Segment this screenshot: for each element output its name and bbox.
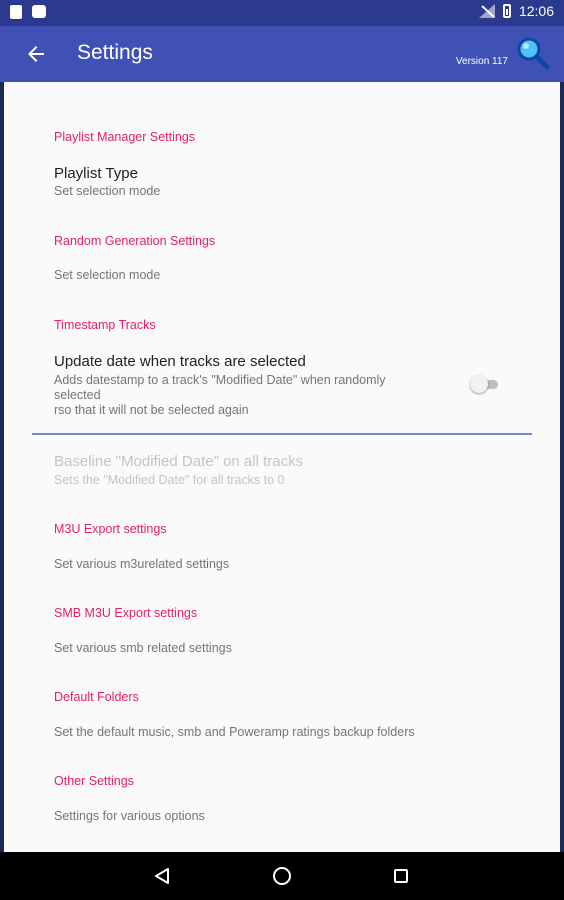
notification-icon <box>10 5 22 19</box>
header-timestamp-tracks: Timestamp Tracks <box>54 318 156 332</box>
app-bar: Settings Version 117 <box>0 26 564 82</box>
battery-icon <box>502 4 511 18</box>
version-label: Version 117 <box>455 56 508 67</box>
pref-summary-line-3: rso that it will not be selected again <box>54 403 249 417</box>
header-m3u-export: M3U Export settings <box>54 522 167 536</box>
pref-title: Baseline "Modified Date" on all tracks <box>54 453 304 470</box>
navigation-bar <box>0 852 564 900</box>
notification-icon-2 <box>32 5 46 18</box>
pref-summary: Sets the "Modified Date" for all tracks … <box>54 473 285 487</box>
nav-home-button[interactable] <box>268 862 296 890</box>
pref-title: Playlist Type <box>54 165 138 182</box>
triangle-back-icon <box>155 868 169 884</box>
pref-summary: Settings for various options <box>54 809 205 823</box>
header-other-settings: Other Settings <box>54 774 134 788</box>
nav-recents-button[interactable] <box>387 862 415 890</box>
header-smb-m3u-export: SMB M3U Export settings <box>54 606 198 620</box>
settings-list: Playlist Manager Settings Playlist Type … <box>4 82 560 852</box>
square-recents-icon <box>394 869 408 883</box>
divider <box>32 433 532 435</box>
status-bar: 12:06 <box>0 0 564 26</box>
pref-title: Update date when tracks are selected <box>54 353 306 370</box>
back-button[interactable] <box>20 38 52 70</box>
toggle-thumb <box>470 375 488 393</box>
update-date-toggle[interactable] <box>470 375 502 393</box>
nav-back-button[interactable] <box>148 862 176 890</box>
header-default-folders: Default Folders <box>54 690 139 704</box>
search-button[interactable] <box>516 36 550 70</box>
pref-summary: Set selection mode <box>54 268 161 282</box>
pref-summary: Set various m3urelated settings <box>54 557 230 571</box>
pref-summary-line-1: Adds datestamp to a track's "Modified Da… <box>54 373 386 387</box>
header-random-generation: Random Generation Settings <box>54 234 216 248</box>
pref-summary-line-2: selected <box>54 388 101 402</box>
circle-home-icon <box>273 867 291 885</box>
pref-summary: Set the default music, smb and Poweramp … <box>54 725 415 739</box>
page-title: Settings <box>77 41 153 64</box>
header-playlist-manager: Playlist Manager Settings <box>54 130 196 144</box>
arrow-back-icon <box>28 46 44 62</box>
search-icon <box>517 37 550 70</box>
pref-summary: Set selection mode <box>54 184 161 198</box>
pref-summary: Set various smb related settings <box>54 641 232 655</box>
signal-off-icon <box>478 4 495 18</box>
status-time: 12:06 <box>518 3 554 19</box>
